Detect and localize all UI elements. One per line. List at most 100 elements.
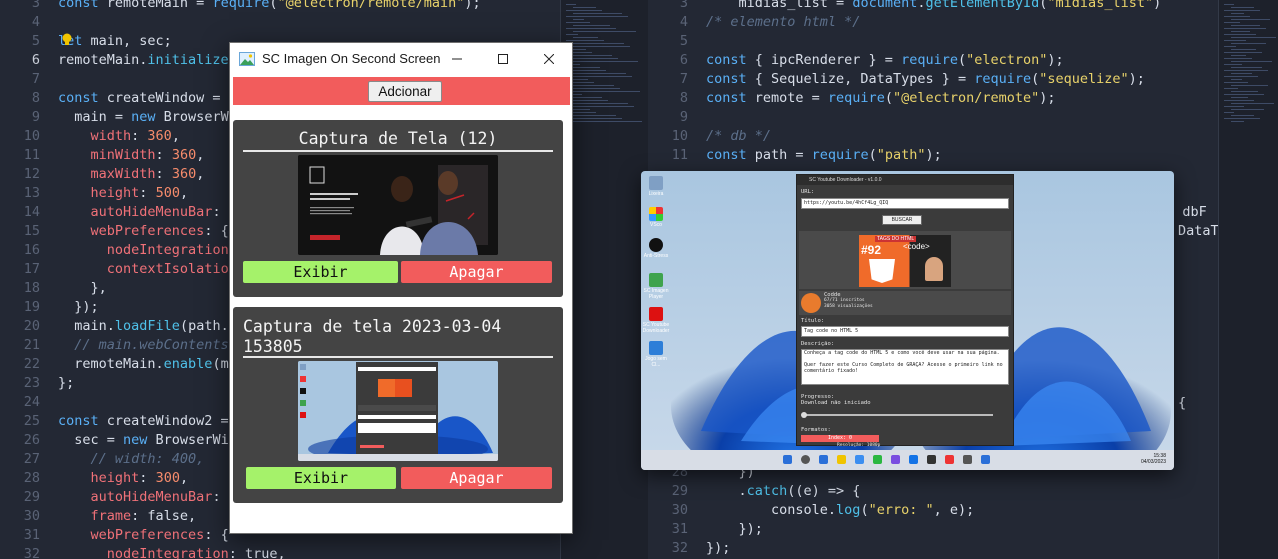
minimap-line [1231,103,1274,104]
minimap-line [1231,13,1244,14]
taskview-icon[interactable] [819,455,828,464]
line-number: 20 [23,318,40,334]
code-line[interactable]: 32}); [648,539,1218,558]
code-line[interactable]: 4 /* elemento html */ [648,13,1218,32]
minimap-line [573,121,642,122]
line-number: 29 [671,483,688,499]
close-button[interactable] [526,43,572,74]
add-button[interactable]: Adcionar [368,81,442,102]
app-icon[interactable] [891,455,900,464]
capture-thumbnail[interactable] [298,361,498,461]
minimap-line [1224,58,1252,59]
vscode-icon[interactable] [649,207,663,221]
code-line[interactable]: 8 const remote = require("@electron/remot… [648,89,1218,108]
maximize-button[interactable] [480,43,526,74]
capture-thumbnail[interactable] [298,155,498,255]
start-icon[interactable] [783,455,792,464]
title-input[interactable]: Tag code no HTML 5 [801,326,1009,337]
progress-handle[interactable] [801,412,807,418]
explorer-icon[interactable] [837,455,846,464]
code-line[interactable]: 9 [648,108,1218,127]
line-number: 28 [23,470,40,486]
code-text: /* elemento html */ [706,14,861,30]
minimap-line [566,10,602,11]
image-player-icon[interactable] [649,273,663,287]
whatsapp-icon[interactable] [873,455,882,464]
format-option-selected[interactable]: Index: 0 [801,435,879,442]
code-line[interactable]: 11 const path = require("path"); [648,146,1218,165]
progress-slider[interactable] [801,412,993,418]
minimap-line [573,13,622,14]
code-text: const path = require("path"); [706,147,942,163]
code-line[interactable]: 29 .catch((e) => { [648,482,1218,501]
minimap-line [1231,121,1244,122]
minimap-line [1224,52,1262,53]
image-icon [239,51,255,66]
vscode-taskbar-icon[interactable] [909,455,918,464]
game-icon[interactable] [649,341,663,355]
line-number: 3 [31,0,40,11]
minimap-line [1224,40,1246,41]
view-button[interactable]: Exibir [246,467,396,489]
minimap-right[interactable] [1218,0,1278,559]
lightbulb-icon[interactable] [61,33,73,47]
code-text: const remote = require("@electron/remote… [706,90,1056,106]
line-number: 27 [23,451,40,467]
url-input[interactable]: https://youtu.be/4hCf4Lg_QIQ [801,198,1009,209]
delete-button[interactable]: Apagar [401,467,552,489]
search-button[interactable]: BUSCAR [882,215,922,225]
desktop-icon-label: Lixeira [648,191,664,197]
search-icon[interactable] [801,455,810,464]
code-text: /* db */ [706,128,772,144]
capture-title: Captura de Tela (12) [298,129,498,148]
minimap-left[interactable] [560,0,648,559]
terminal-icon[interactable] [927,455,936,464]
code-text: .catch((e) => { [706,483,861,499]
app-icon[interactable] [981,455,990,464]
system-clock[interactable]: 15:38 04/03/2023 [1141,453,1166,465]
line-number: 10 [671,128,688,144]
code-text: nodeIntegration: true, [106,546,286,559]
description-textarea[interactable]: Conheça a tag code do HTML 5 e como você… [801,349,1009,385]
code-line[interactable]: 31 }); [648,520,1218,539]
code-text: }; [58,375,75,391]
code-line[interactable]: 32 nodeIntegration: true, [0,545,560,559]
youtube-downloader-icon[interactable] [649,307,663,321]
code-line[interactable]: 3 midias_list = document.getElementById(… [648,0,1218,13]
minimap-line [566,118,622,119]
minimap-line [1231,79,1242,80]
taskbar: 15:38 04/03/2023 [641,450,1174,470]
minimap-line [1224,46,1236,47]
code-line[interactable]: 3 const remoteMain = require("@electron/r… [0,0,560,13]
desktop-screenshot-preview: Lixeira VSco Anti-Stress SC Imagen Playe… [641,171,1174,470]
youtube-taskbar-icon[interactable] [945,455,954,464]
code-line[interactable]: 7 const { Sequelize, DataTypes } = requir… [648,70,1218,89]
code-line[interactable]: 10 /* db */ [648,127,1218,146]
code-line[interactable]: 30 console.log("erro: ", e); [648,501,1218,520]
desktop-icon-label: Jogo sem Cl... [645,356,667,368]
code-line[interactable]: 4 [0,13,560,32]
minimap-line [573,61,638,62]
recycle-bin-icon[interactable] [649,176,663,190]
view-button[interactable]: Exibir [243,261,398,283]
code-text: }); [58,299,99,315]
code-line[interactable]: 6 const { ipcRenderer } = require("electr… [648,51,1218,70]
minimize-button[interactable] [434,43,480,74]
code-text: remoteMain.initialize( [58,52,237,68]
minimap-line [566,88,620,89]
anti-stress-icon[interactable] [649,238,663,252]
minimap-line [566,34,578,35]
line-number: 3 [679,0,688,11]
code-text: // main.webContents. [58,337,237,353]
minimap-line [1231,85,1268,86]
minimap-line [1224,10,1260,11]
app-icon[interactable] [963,455,972,464]
minimap-line [1231,7,1254,8]
edge-icon[interactable] [855,455,864,464]
minimap-line [573,79,588,80]
minimap-line [1224,94,1264,95]
window-titlebar[interactable]: SC Imagen On Second Screen [230,43,572,74]
code-line[interactable]: 5 [648,32,1218,51]
capture-card: Captura de Tela (12) Exibir Apagar [233,120,563,297]
delete-button[interactable]: Apagar [401,261,552,283]
